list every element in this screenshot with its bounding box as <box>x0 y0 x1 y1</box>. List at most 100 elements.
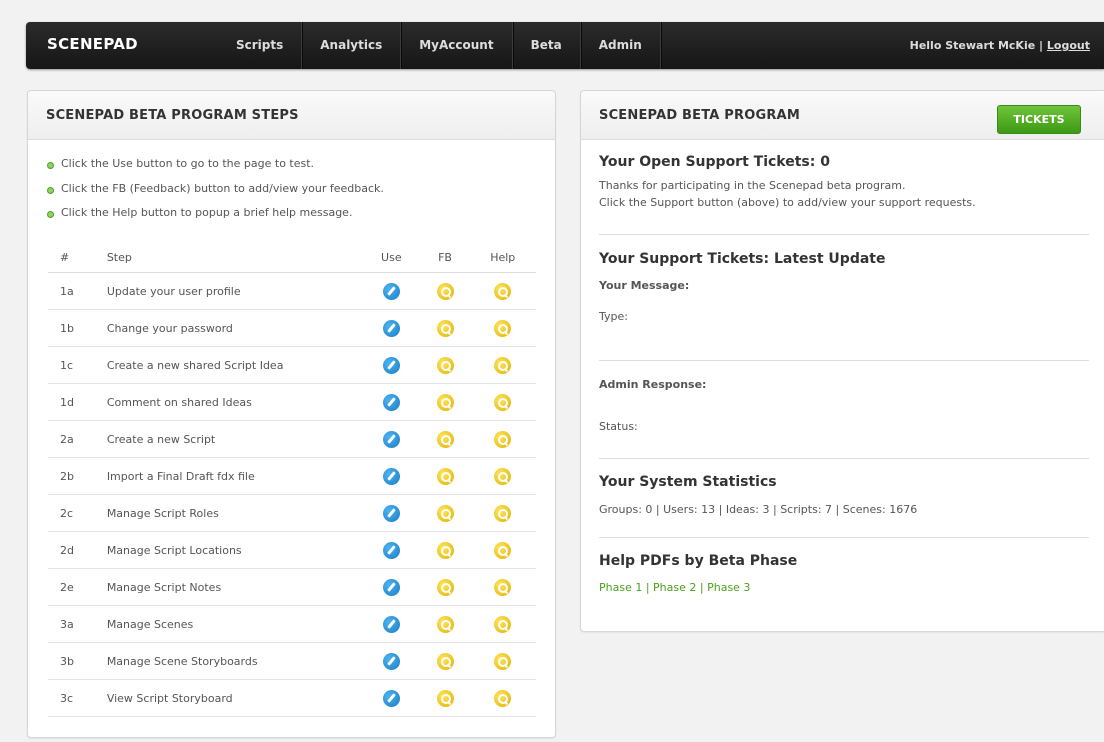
icon-cell <box>362 272 421 310</box>
feedback-magnifier-icon[interactable] <box>436 652 454 670</box>
feedback-magnifier-icon[interactable] <box>436 578 454 596</box>
icon-cell <box>420 679 470 717</box>
use-edit-icon[interactable] <box>382 430 400 448</box>
feedback-magnifier-icon[interactable] <box>436 430 454 448</box>
icon-cell <box>362 309 421 347</box>
icon-cell <box>420 457 470 495</box>
phase-3-pdf-link[interactable]: Phase 3 <box>707 581 750 594</box>
feedback-magnifier-icon[interactable] <box>436 504 454 522</box>
step-name: Manage Script Notes <box>106 568 362 606</box>
icon-cell <box>362 383 421 421</box>
use-edit-icon[interactable] <box>382 689 400 707</box>
nav-beta[interactable]: Beta <box>513 22 581 69</box>
icon-cell <box>362 568 421 606</box>
icon-cell <box>420 309 470 347</box>
use-edit-icon[interactable] <box>382 578 400 596</box>
step-number: 1c <box>48 346 107 384</box>
help-magnifier-icon[interactable] <box>494 689 512 707</box>
help-magnifier-icon[interactable] <box>494 467 512 485</box>
help-magnifier-icon[interactable] <box>494 356 512 374</box>
use-edit-icon[interactable] <box>382 541 400 559</box>
help-magnifier-icon[interactable] <box>494 652 512 670</box>
beta-program-panel: SCENEPAD BETA PROGRAM TICKETS Your Open … <box>580 90 1104 632</box>
step-name: Manage Script Roles <box>106 494 362 532</box>
feedback-magnifier-icon[interactable] <box>436 356 454 374</box>
icon-cell <box>469 272 536 310</box>
panel-header: SCENEPAD BETA PROGRAM TICKETS <box>581 91 1104 140</box>
step-number: 2c <box>48 494 107 532</box>
step-number: 2b <box>48 457 107 495</box>
nav-admin[interactable]: Admin <box>581 22 661 69</box>
icon-cell <box>469 679 536 717</box>
help-magnifier-icon[interactable] <box>494 430 512 448</box>
use-edit-icon[interactable] <box>382 393 400 411</box>
feedback-magnifier-icon[interactable] <box>436 282 454 300</box>
tickets-button[interactable]: TICKETS <box>997 105 1081 134</box>
icon-cell <box>420 383 470 421</box>
help-magnifier-icon[interactable] <box>494 504 512 522</box>
type-label: Type: <box>599 310 628 323</box>
nav-analytics[interactable]: Analytics <box>302 22 402 69</box>
help-magnifier-icon[interactable] <box>494 319 512 337</box>
feedback-magnifier-icon[interactable] <box>436 615 454 633</box>
logout-link[interactable]: Logout <box>1047 39 1090 52</box>
icon-cell <box>469 642 536 680</box>
icon-cell <box>362 494 421 532</box>
phase-1-pdf-link[interactable]: Phase 1 <box>599 581 642 594</box>
feedback-magnifier-icon[interactable] <box>436 541 454 559</box>
icon-cell <box>420 272 470 310</box>
nav-scripts[interactable]: Scripts <box>218 22 303 69</box>
table-row: 1a Update your user profile <box>48 272 536 310</box>
divider <box>599 360 1089 361</box>
latest-update-section: Your Support Tickets: Latest Update Your… <box>599 251 1089 327</box>
help-magnifier-icon[interactable] <box>494 282 512 300</box>
icon-cell <box>420 346 470 384</box>
help-magnifier-icon[interactable] <box>494 541 512 559</box>
feedback-magnifier-icon[interactable] <box>436 467 454 485</box>
icon-cell <box>362 346 421 384</box>
step-number: 1a <box>48 272 107 310</box>
feedback-magnifier-icon[interactable] <box>436 319 454 337</box>
step-name: Import a Final Draft fdx file <box>106 457 362 495</box>
nav-myaccount[interactable]: MyAccount <box>401 22 513 69</box>
feedback-magnifier-icon[interactable] <box>436 689 454 707</box>
step-name: Manage Scene Storyboards <box>106 642 362 680</box>
use-edit-icon[interactable] <box>382 356 400 374</box>
step-name: Manage Scenes <box>106 605 362 643</box>
icon-cell <box>362 420 421 458</box>
step-number: 1b <box>48 309 107 347</box>
help-magnifier-icon[interactable] <box>494 578 512 596</box>
step-number: 1d <box>48 383 107 421</box>
help-magnifier-icon[interactable] <box>494 615 512 633</box>
panel-title: SCENEPAD BETA PROGRAM STEPS <box>46 108 299 123</box>
col-header-step: Step <box>106 243 362 273</box>
step-number: 3a <box>48 605 107 643</box>
icon-cell <box>362 679 421 717</box>
step-name: Manage Script Locations <box>106 531 362 569</box>
use-edit-icon[interactable] <box>382 319 400 337</box>
status-label: Status: <box>599 420 638 433</box>
icon-cell <box>420 568 470 606</box>
icon-cell <box>420 642 470 680</box>
icon-cell <box>420 605 470 643</box>
icon-cell <box>469 568 536 606</box>
use-edit-icon[interactable] <box>382 504 400 522</box>
icon-cell <box>469 420 536 458</box>
table-row: 2e Manage Script Notes <box>48 568 536 606</box>
feedback-magnifier-icon[interactable] <box>436 393 454 411</box>
use-edit-icon[interactable] <box>382 615 400 633</box>
step-number: 2e <box>48 568 107 606</box>
help-pdfs-heading: Help PDFs by Beta Phase <box>599 553 798 569</box>
top-navbar: SCENEPAD Scripts Analytics MyAccount Bet… <box>26 22 1104 69</box>
col-header-use: Use <box>362 243 421 273</box>
phase-2-pdf-link[interactable]: Phase 2 <box>653 581 696 594</box>
use-edit-icon[interactable] <box>382 282 400 300</box>
use-edit-icon[interactable] <box>382 652 400 670</box>
steps-table-body: 1a Update your user profile 1b Change your … <box>48 272 536 717</box>
use-edit-icon[interactable] <box>382 467 400 485</box>
step-number: 2a <box>48 420 107 458</box>
table-row: 2b Import a Final Draft fdx file <box>48 457 536 495</box>
col-header-num: # <box>48 243 107 273</box>
help-magnifier-icon[interactable] <box>494 393 512 411</box>
brand-logo[interactable]: SCENEPAD <box>47 22 138 67</box>
